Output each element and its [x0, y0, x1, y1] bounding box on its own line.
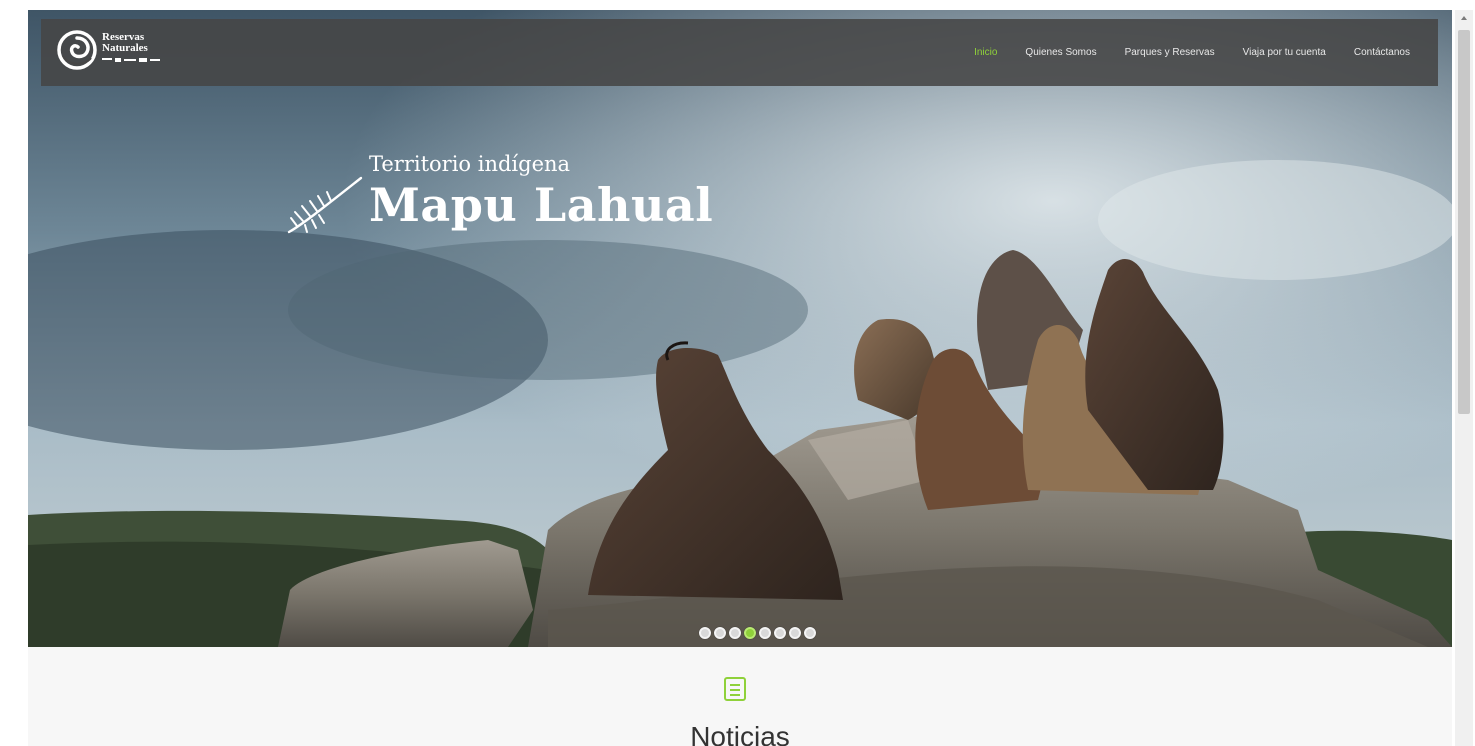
- slider-dot-4[interactable]: [744, 627, 756, 639]
- scroll-up-button[interactable]: [1455, 10, 1473, 26]
- site-logo[interactable]: Reservas Naturales: [55, 28, 195, 76]
- scrollbar-thumb[interactable]: [1458, 30, 1470, 414]
- hero-slider[interactable]: Territorio indígena Mapu Lahual: [28, 10, 1452, 647]
- arrow-up-icon: [1461, 16, 1467, 20]
- hero-title: Mapu Lahual: [369, 178, 714, 232]
- main-menu: Inicio Quienes Somos Parques y Reservas …: [960, 19, 1424, 86]
- slider-dot-7[interactable]: [789, 627, 801, 639]
- logo-decoration-icon: [102, 58, 160, 62]
- nav-item-parques-y-reservas[interactable]: Parques y Reservas: [1111, 47, 1229, 58]
- vertical-scrollbar[interactable]: [1455, 10, 1473, 746]
- slider-dot-8[interactable]: [804, 627, 816, 639]
- slider-dot-5[interactable]: [759, 627, 771, 639]
- news-section: Noticias: [28, 647, 1452, 746]
- nav-item-contactanos[interactable]: Contáctanos: [1340, 47, 1424, 58]
- news-section-title: Noticias: [690, 721, 790, 746]
- hero-background-image: [28, 10, 1452, 647]
- feather-icon: [287, 176, 363, 234]
- slider-dot-1[interactable]: [699, 627, 711, 639]
- swirl-logo-icon: [57, 30, 97, 70]
- slider-dot-3[interactable]: [729, 627, 741, 639]
- nav-item-inicio[interactable]: Inicio: [960, 47, 1011, 58]
- logo-text-line2: Naturales: [102, 42, 148, 54]
- top-navigation-bar: Reservas Naturales Inicio Quienes Somos …: [41, 19, 1438, 86]
- hero-title-block: Territorio indígena Mapu Lahual: [283, 150, 763, 260]
- slider-pagination: [699, 627, 816, 639]
- nav-item-quienes-somos[interactable]: Quienes Somos: [1011, 47, 1110, 58]
- browser-viewport: Territorio indígena Mapu Lahual Reservas…: [0, 0, 1475, 746]
- nav-item-viaja-por-tu-cuenta[interactable]: Viaja por tu cuenta: [1229, 47, 1340, 58]
- slider-dot-2[interactable]: [714, 627, 726, 639]
- slider-dot-6[interactable]: [774, 627, 786, 639]
- newspaper-icon: [724, 677, 746, 701]
- hero-subtitle: Territorio indígena: [369, 152, 571, 176]
